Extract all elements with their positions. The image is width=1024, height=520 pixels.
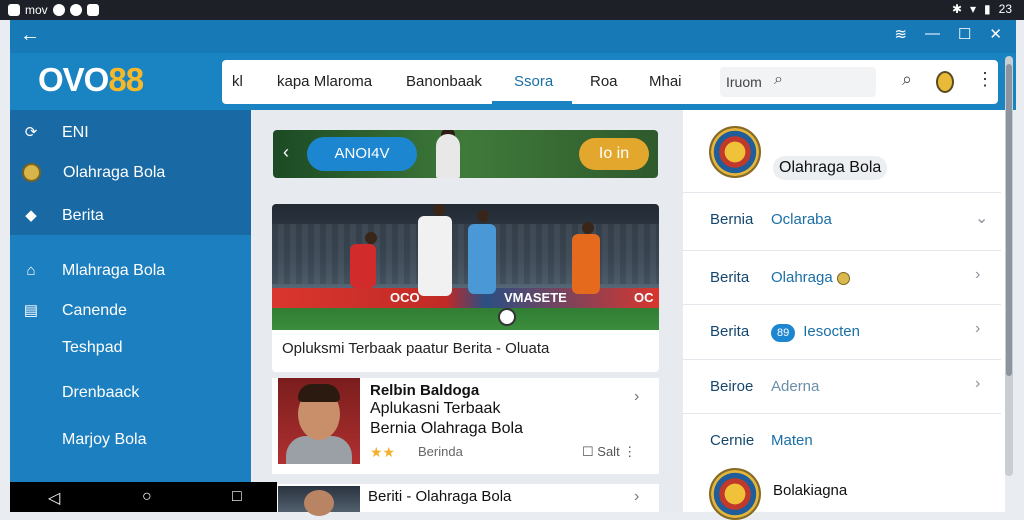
player-image (436, 134, 460, 178)
scrollbar-thumb[interactable] (1006, 64, 1012, 376)
club-crest-icon (709, 468, 761, 520)
list-item[interactable]: Relbin Baldoga Aplukasni Terbaak Bernia … (272, 378, 659, 474)
clock: 23 (998, 2, 1012, 16)
bluetooth-icon: ✱ (951, 2, 962, 16)
sidebar-item-eni[interactable]: ⟳ ENI (22, 124, 89, 142)
system-nav-bar: ◁ ○ □ (10, 482, 277, 512)
club-crest-icon (709, 126, 761, 178)
nav-item-active[interactable]: Ssora (514, 73, 553, 90)
wifi-status-icon: ≋ (894, 26, 907, 43)
sidebar-item-berita[interactable]: ◆ Berita (22, 207, 104, 225)
minimize-icon[interactable]: — (925, 25, 940, 43)
featured-article-card[interactable]: OCO VMASETE OC Opluksmi Terbaak paatur B… (272, 204, 659, 372)
article-thumbnail (278, 486, 360, 516)
chevron-right-icon[interactable]: › (634, 488, 639, 506)
chevron-right-icon[interactable]: › (975, 375, 980, 393)
panel-row[interactable]: Berita 89 Iesocten › (683, 304, 1001, 358)
nav-back-icon[interactable]: ◁ (48, 488, 60, 508)
nav-item[interactable]: Mhai (649, 73, 682, 90)
nav-item[interactable]: Roa (590, 73, 618, 90)
article-subtitle: Bernia Olahraga Bola (370, 420, 523, 437)
save-button[interactable]: ☐ Salt ⋮ (582, 444, 636, 460)
battery-icon: ▮ (984, 2, 991, 16)
nav-item[interactable]: kapa Mlaroma (277, 73, 372, 90)
banner-left-button[interactable]: ANOI4V (307, 137, 417, 171)
calendar-icon: ▤ (23, 302, 39, 319)
club-badge-icon[interactable] (936, 71, 954, 93)
app-icon (8, 4, 20, 16)
chevron-left-icon[interactable]: ‹ (283, 142, 289, 163)
chat-icon (69, 4, 82, 16)
chevron-down-icon[interactable]: ⌄ (975, 208, 988, 228)
more-icon[interactable]: ⋮ (620, 444, 636, 459)
panel-row[interactable]: Beiroe Aderna › (683, 359, 1001, 413)
search-icon: ⌕ (774, 71, 783, 88)
tag-icon: ◆ (25, 207, 37, 224)
login-button[interactable]: Io in (579, 138, 649, 170)
maximize-icon[interactable]: ☐ (958, 25, 971, 43)
match-photo: OCO VMASETE OC (272, 204, 659, 330)
panel-row[interactable]: Berita Olahraga › (683, 250, 1001, 304)
active-tab-indicator (492, 101, 572, 104)
article-title: Aplukasni Terbaak (370, 400, 501, 417)
count-badge: 89 (771, 324, 796, 342)
nav-item[interactable]: kl (232, 73, 243, 90)
player-orange (572, 234, 600, 294)
sidebar-item-drenbaack[interactable]: Drenbaack (62, 384, 139, 402)
article-author: Relbin Baldoga (370, 382, 480, 399)
home-icon: ⌂ (26, 262, 36, 279)
top-nav: kl kapa Mlaroma Banonbaak Ssora Roa Mhai… (222, 60, 998, 104)
sidebar-item-olahraga[interactable]: Olahraga Bola (22, 163, 165, 182)
site-logo[interactable]: OVO88 (38, 61, 144, 99)
panel-header: Olahraga Bola (773, 156, 888, 180)
sidebar-item-mlahraga[interactable]: ⌂ Mlahraga Bola (22, 262, 165, 280)
nav-item[interactable]: Banonbaak (406, 73, 482, 90)
player-white (418, 216, 452, 296)
chevron-right-icon[interactable]: › (975, 320, 980, 338)
player-blue (468, 224, 496, 294)
search-icon[interactable]: ⌕ (902, 69, 912, 90)
sidebar-item-marjoy[interactable]: Marjoy Bola (62, 431, 146, 449)
article-meta: Berinda (418, 444, 463, 459)
bookmark-icon: ☐ (582, 444, 598, 459)
window-titlebar: ← ≋ — ☐ ✕ (10, 20, 1016, 53)
wifi-icon: ▾ (970, 2, 977, 16)
search-input[interactable]: Iruom ⌕ (720, 67, 876, 97)
coin-icon (836, 271, 850, 285)
coin-icon (22, 163, 41, 182)
scrollbar[interactable] (1005, 56, 1013, 476)
stadium-crowd (272, 224, 659, 284)
status-bar: mov ✱ ▾ ▮ 23 (0, 0, 1024, 20)
notification-icon (52, 4, 65, 16)
site-header: OVO88 kl kapa Mlaroma Banonbaak Ssora Ro… (10, 53, 1016, 110)
ad-board: OCO VMASETE OC (272, 288, 659, 308)
sidebar-item-teshpad[interactable]: Teshpad (62, 339, 123, 357)
lock-icon (86, 4, 99, 16)
article-thumbnail (278, 378, 360, 464)
player-red (350, 244, 376, 288)
featured-title: Opluksmi Terbaak paatur Berita - Oluata (282, 340, 550, 357)
back-arrow-icon[interactable]: ← (20, 24, 40, 47)
panel-footer: Bolakiagna (773, 482, 848, 499)
star-rating: ★★ (370, 444, 396, 460)
more-options-icon[interactable]: ⋮ (976, 69, 994, 90)
close-icon[interactable]: ✕ (989, 25, 1002, 43)
panel-row[interactable]: Cernie Maten (683, 413, 1001, 467)
chevron-right-icon[interactable]: › (634, 388, 639, 406)
football-icon (498, 308, 516, 326)
sidebar-item-canende[interactable]: ▤ Canende (22, 302, 127, 320)
sync-icon: ⟳ (24, 124, 38, 141)
panel-row[interactable]: Bernia Oclaraba ⌄ (683, 192, 1001, 246)
article-title: Beriti - Olahraga Bola (368, 488, 512, 505)
main-content: ‹ ANOI4V Io in OCO VMASETE OC Opluksmi T… (253, 110, 683, 516)
promo-banner[interactable]: ‹ ANOI4V Io in (273, 130, 658, 178)
sidebar: ⟳ ENI Olahraga Bola ◆ Berita ⌂ Mlahraga Bol… (10, 110, 251, 482)
nav-recents-icon[interactable]: □ (232, 488, 242, 506)
chevron-right-icon[interactable]: › (975, 266, 980, 284)
list-item[interactable]: Beriti - Olahraga Bola › (272, 484, 659, 516)
nav-home-icon[interactable]: ○ (142, 488, 152, 506)
status-left-text: mov (25, 3, 48, 17)
right-panel: Olahraga Bola Bernia Oclaraba ⌄ Berita O… (683, 110, 1005, 520)
